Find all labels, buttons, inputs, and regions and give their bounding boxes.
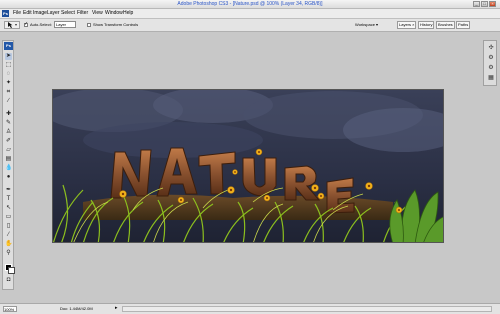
- horizontal-scrollbar[interactable]: [122, 306, 492, 312]
- status-menu-arrow-icon[interactable]: ▸: [115, 305, 118, 312]
- workspace-button[interactable]: Workspace ▾: [355, 22, 378, 28]
- clone-stamp-tool-icon[interactable]: ♙: [5, 129, 12, 136]
- blur-tool-icon[interactable]: 💧: [5, 165, 12, 172]
- styles-icon[interactable]: ▦: [487, 74, 495, 82]
- tab-history[interactable]: History: [418, 21, 435, 29]
- close-button[interactable]: ×: [489, 1, 496, 7]
- title-bar: Adobe Photoshop CS3 - [Nature.psd @ 100%…: [0, 0, 500, 9]
- auto-select-label: Auto-Select:: [30, 22, 52, 27]
- show-transform-label: Show Transform Controls: [93, 22, 139, 27]
- brush-tool-icon[interactable]: ✎: [5, 120, 12, 127]
- notes-tool-icon[interactable]: ▯: [5, 223, 12, 230]
- background-color-swatch[interactable]: [8, 267, 15, 274]
- menu-edit[interactable]: Edit: [23, 10, 32, 17]
- menu-file[interactable]: File: [13, 10, 21, 17]
- menu-layer[interactable]: Layer: [47, 10, 60, 17]
- menu-window[interactable]: Window: [105, 10, 123, 17]
- swatches-icon[interactable]: ⚙: [487, 64, 495, 72]
- info-icon[interactable]: ⚙: [487, 54, 495, 62]
- type-tool-icon[interactable]: T: [5, 196, 12, 203]
- path-selection-tool-icon[interactable]: ↖: [5, 205, 12, 212]
- healing-brush-tool-icon[interactable]: ✚: [5, 111, 12, 118]
- lasso-tool-icon[interactable]: ◌: [5, 71, 12, 78]
- eyedropper-tool-icon[interactable]: ⁄: [5, 232, 12, 239]
- document-info: Doc: 1.44M/42.0M: [60, 306, 93, 311]
- move-tool-icon[interactable]: ➤: [5, 53, 12, 60]
- menu-view[interactable]: View: [92, 10, 103, 17]
- tab-brushes[interactable]: Brushes: [436, 21, 455, 29]
- marquee-tool-icon[interactable]: ⬚: [5, 62, 12, 69]
- show-transform-checkbox[interactable]: [87, 23, 91, 27]
- status-bar: 100% Doc: 1.44M/42.0M ▸: [0, 303, 500, 314]
- eraser-tool-icon[interactable]: ▱: [5, 147, 12, 154]
- nature-artwork: [53, 90, 443, 242]
- window-title: Adobe Photoshop CS3 - [Nature.psd @ 100%…: [177, 1, 323, 7]
- hand-tool-icon[interactable]: ✋: [5, 241, 12, 248]
- auto-select-checkbox[interactable]: [24, 21, 28, 27]
- menu-filter[interactable]: Filter: [77, 10, 88, 17]
- history-brush-tool-icon[interactable]: ✐: [5, 138, 12, 145]
- toolbox: Ps ➤ ⬚ ◌ ✦ ⌗ ∕ ✚ ✎ ♙ ✐ ▱ ▤ 💧 ● ✒ T ↖ ▭ ▯…: [2, 40, 15, 290]
- pen-tool-icon[interactable]: ✒: [5, 187, 12, 194]
- dodge-tool-icon[interactable]: ●: [5, 174, 12, 181]
- slice-tool-icon[interactable]: ∕: [5, 98, 12, 105]
- menu-image[interactable]: Image: [33, 10, 47, 17]
- document-canvas[interactable]: [52, 89, 444, 243]
- tab-layers[interactable]: Layers ×: [397, 21, 417, 29]
- options-bar: Auto-Select: Layer Show Transform Contro…: [0, 19, 500, 32]
- gradient-tool-icon[interactable]: ▤: [5, 156, 12, 163]
- photoshop-logo-icon: Ps: [2, 10, 9, 17]
- magic-wand-tool-icon[interactable]: ✦: [5, 80, 12, 87]
- zoom-level-field[interactable]: 100%: [3, 306, 17, 312]
- tool-preset-picker[interactable]: [4, 21, 20, 29]
- menu-help[interactable]: Help: [123, 10, 133, 17]
- quick-mask-icon[interactable]: ◘: [5, 277, 12, 284]
- menu-bar: Ps File Edit Image Layer Select Filter V…: [0, 9, 500, 19]
- auto-select-dropdown[interactable]: Layer: [54, 21, 76, 28]
- navigator-icon[interactable]: ✣: [487, 44, 495, 52]
- crop-tool-icon[interactable]: ⌗: [5, 89, 12, 96]
- minimize-button[interactable]: _: [473, 1, 480, 7]
- shape-tool-icon[interactable]: ▭: [5, 214, 12, 221]
- tab-paths[interactable]: Paths: [456, 21, 471, 29]
- menu-select[interactable]: Select: [61, 10, 75, 17]
- move-tool-icon: [8, 22, 17, 28]
- toolbox-logo-icon: Ps: [4, 42, 13, 50]
- zoom-tool-icon[interactable]: ⚲: [5, 250, 12, 257]
- panel-dock: ✣ ⚙ ⚙ ▦: [483, 40, 497, 86]
- maximize-button[interactable]: □: [481, 1, 488, 7]
